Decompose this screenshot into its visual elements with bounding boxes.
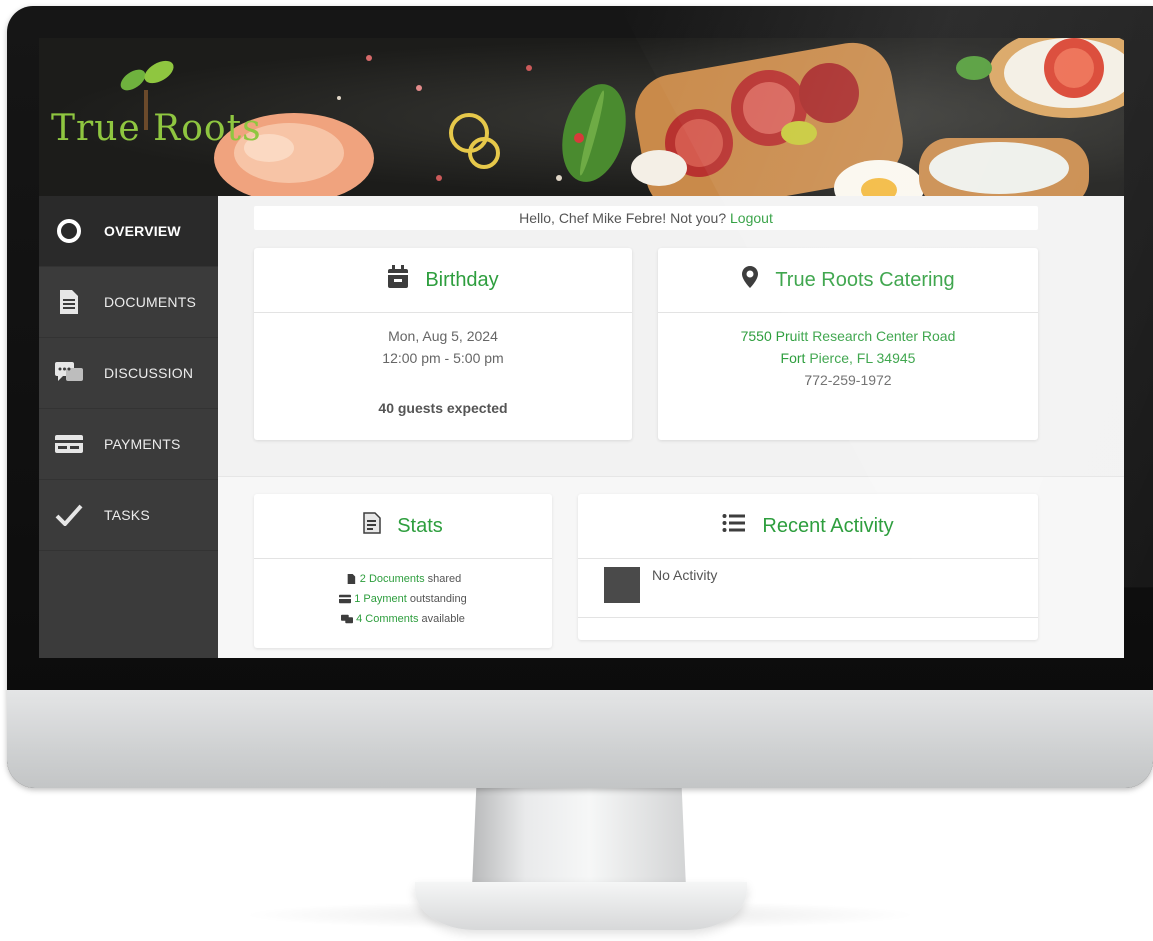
stat-payments-suffix: outstanding	[409, 593, 467, 605]
stat-comments-suffix: available	[421, 613, 465, 625]
main-content: Hello, Chef Mike Febre! Not you? Logout …	[218, 196, 1124, 658]
venue-address-line1[interactable]: 7550 Pruitt Research Center Road	[658, 325, 1038, 347]
sidebar-item-discussion[interactable]: DISCUSSION	[39, 338, 218, 409]
brand-logo: True Roots	[51, 108, 262, 149]
venue-card-body: 7550 Pruitt Research Center Road Fort Pi…	[658, 313, 1038, 391]
greeting-text: Hello, Chef Mike Febre! Not you?	[519, 210, 727, 226]
checkmark-icon	[54, 500, 84, 530]
event-time: 12:00 pm - 5:00 pm	[382, 350, 504, 366]
circle-ring-icon	[54, 216, 84, 246]
sidebar-item-label: PAYMENTS	[104, 436, 181, 452]
sidebar-item-payments[interactable]: PAYMENTS	[39, 409, 218, 480]
venue-phone: 772-259-1972	[804, 372, 892, 388]
credit-card-icon	[339, 594, 352, 604]
stats-title: Stats	[397, 514, 443, 537]
sidebar-item-label: TASKS	[104, 507, 150, 523]
stat-payments: 1 Payment outstanding	[254, 589, 552, 609]
sidebar-item-label: DOCUMENTS	[104, 294, 197, 310]
stat-documents: 2 Documents shared	[254, 569, 552, 589]
event-date: Mon, Aug 5, 2024	[388, 328, 498, 344]
venue-title: True Roots Catering	[775, 268, 955, 291]
document-icon	[347, 574, 355, 584]
stats-card: Stats 2 Documents shared 1 Payment outst…	[254, 494, 552, 648]
avatar	[604, 567, 640, 603]
sidebar-item-documents[interactable]: DOCUMENTS	[39, 267, 218, 338]
event-card-header: Birthday	[254, 248, 632, 313]
monitor-frame: True Roots OVERVIEW DOCUMENTS DISCUSSION…	[7, 6, 1153, 788]
app-screen: True Roots OVERVIEW DOCUMENTS DISCUSSION…	[39, 38, 1124, 658]
sidebar-item-tasks[interactable]: TASKS	[39, 480, 218, 551]
calendar-icon	[387, 265, 409, 295]
sidebar-item-label: OVERVIEW	[104, 223, 181, 239]
monitor-stand-neck	[472, 788, 686, 888]
event-card: Birthday Mon, Aug 5, 2024 12:00 pm - 5:0…	[254, 248, 632, 440]
stat-comments: 4 Comments available	[254, 609, 552, 629]
activity-list: No Activity	[578, 559, 1038, 618]
monitor-chin	[7, 690, 1153, 788]
map-pin-icon	[741, 265, 759, 295]
stats-card-header: Stats	[254, 494, 552, 559]
venue-card-header: True Roots Catering	[658, 248, 1038, 313]
list-icon	[722, 513, 746, 539]
event-title: Birthday	[425, 268, 499, 291]
event-card-body: Mon, Aug 5, 2024 12:00 pm - 5:00 pm 40 g…	[254, 313, 632, 419]
header-banner: True Roots	[39, 38, 1124, 196]
sidebar-item-label: DISCUSSION	[104, 365, 194, 381]
recent-activity-title: Recent Activity	[762, 514, 894, 537]
documents-link[interactable]: 2 Documents	[360, 569, 425, 589]
chat-bubbles-icon	[341, 614, 354, 624]
greeting-bar: Hello, Chef Mike Febre! Not you? Logout	[254, 206, 1038, 230]
activity-empty-text: No Activity	[652, 567, 718, 583]
recent-activity-card: Recent Activity No Activity	[578, 494, 1038, 640]
logout-link[interactable]: Logout	[730, 210, 773, 226]
stat-documents-suffix: shared	[427, 573, 462, 585]
venue-address-line2[interactable]: Fort Pierce, FL 34945	[658, 347, 1038, 369]
document-icon	[54, 287, 84, 317]
recent-activity-header: Recent Activity	[578, 494, 1038, 559]
venue-card: True Roots Catering 7550 Pruitt Research…	[658, 248, 1038, 440]
comments-link[interactable]: 4 Comments	[356, 609, 418, 629]
stats-card-body: 2 Documents shared 1 Payment outstanding…	[254, 559, 552, 629]
monitor-stand-base	[415, 882, 747, 930]
chat-bubbles-icon	[54, 358, 84, 388]
payments-link[interactable]: 1 Payment	[354, 589, 407, 609]
sidebar-nav: OVERVIEW DOCUMENTS DISCUSSION PAYMENTS T…	[39, 196, 218, 658]
document-list-icon	[363, 512, 381, 540]
event-guests: 40 guests expected	[378, 400, 508, 416]
sidebar-item-overview[interactable]: OVERVIEW	[39, 196, 218, 267]
credit-card-icon	[54, 429, 84, 459]
